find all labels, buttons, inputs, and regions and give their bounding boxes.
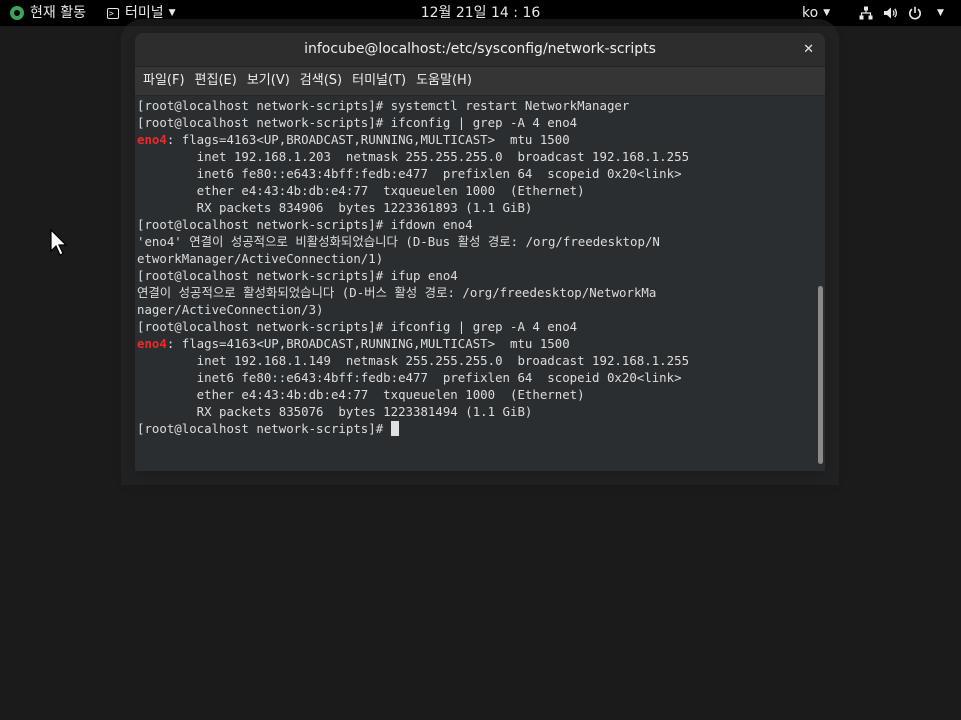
clock-button[interactable]: 12월 21일 14 : 16: [421, 0, 541, 26]
interface-name: eno4: [137, 336, 167, 351]
line-text: RX packets 835076 bytes 1223381494 (1.1 …: [137, 404, 533, 419]
volume-icon: [884, 7, 898, 19]
menu-edit[interactable]: 편집(E): [190, 67, 242, 95]
terminal-line: etworkManager/ActiveConnection/1): [137, 250, 689, 267]
line-text: [root@localhost network-scripts]# ifup e…: [137, 268, 458, 283]
terminal-line: [root@localhost network-scripts]#: [137, 420, 689, 437]
mouse-pointer-icon: [50, 229, 68, 256]
terminal-line: [root@localhost network-scripts]# ifconf…: [137, 318, 689, 335]
window-title: infocube@localhost:/etc/sysconfig/networ…: [304, 41, 656, 57]
terminal-line: nager/ActiveConnection/3): [137, 301, 689, 318]
terminal-line: ether e4:43:4b:db:e4:77 txqueuelen 1000 …: [137, 182, 689, 199]
menu-view[interactable]: 보기(V): [242, 67, 295, 95]
terminal-app-icon: >: [107, 7, 119, 19]
terminal-line: inet6 fe80::e643:4bff:fedb:e477 prefixle…: [137, 369, 689, 386]
app-menu-label: 터미널: [125, 5, 164, 21]
terminal-line: RX packets 835076 bytes 1223381494 (1.1 …: [137, 403, 689, 420]
window-titlebar[interactable]: infocube@localhost:/etc/sysconfig/networ…: [135, 33, 825, 67]
line-text: [root@localhost network-scripts]# system…: [137, 98, 630, 113]
line-text: ether e4:43:4b:db:e4:77 txqueuelen 1000 …: [137, 183, 585, 198]
close-icon[interactable]: ✕: [803, 33, 814, 66]
line-text: [root@localhost network-scripts]# ifconf…: [137, 319, 578, 334]
line-text: inet6 fe80::e643:4bff:fedb:e477 prefixle…: [137, 166, 682, 181]
terminal-lines: [root@localhost network-scripts]# system…: [137, 97, 689, 437]
input-language-button[interactable]: ko ▼: [802, 0, 830, 26]
terminal-line: [root@localhost network-scripts]# ifconf…: [137, 114, 689, 131]
power-icon: [909, 6, 921, 20]
terminal-line: [root@localhost network-scripts]# system…: [137, 97, 689, 114]
terminal-window: infocube@localhost:/etc/sysconfig/networ…: [135, 33, 825, 471]
line-text: nager/ActiveConnection/3): [137, 302, 324, 317]
menu-terminal[interactable]: 터미널(T): [347, 67, 411, 95]
terminal-line: inet 192.168.1.149 netmask 255.255.255.0…: [137, 352, 689, 369]
activities-label: 현재 활동: [30, 5, 86, 21]
line-text: etworkManager/ActiveConnection/1): [137, 251, 384, 266]
line-text: : flags=4163<UP,BROADCAST,RUNNING,MULTIC…: [166, 132, 570, 147]
app-menu-button[interactable]: > 터미널 ▼: [107, 0, 176, 26]
interface-name: eno4: [137, 132, 167, 147]
distro-logo-icon: [10, 6, 24, 20]
line-text: inet 192.168.1.149 netmask 255.255.255.0…: [137, 353, 690, 368]
menu-search[interactable]: 검색(S): [295, 67, 347, 95]
terminal-line: [root@localhost network-scripts]# ifdown…: [137, 216, 689, 233]
chevron-down-icon: ▼: [823, 8, 831, 18]
chevron-down-icon: ▼: [168, 8, 176, 18]
language-label: ko: [802, 5, 819, 21]
terminal-line: ether e4:43:4b:db:e4:77 txqueuelen 1000 …: [137, 386, 689, 403]
activities-button[interactable]: 현재 활동: [10, 0, 86, 26]
menu-bar: 파일(F) 편집(E) 보기(V) 검색(S) 터미널(T) 도움말(H): [135, 67, 825, 96]
terminal-line: [root@localhost network-scripts]# ifup e…: [137, 267, 689, 284]
network-icon: [859, 6, 873, 20]
terminal-line: 'eno4' 연결이 성공적으로 비활성화되었습니다 (D-Bus 활성 경로:…: [137, 233, 689, 250]
line-text: ether e4:43:4b:db:e4:77 txqueuelen 1000 …: [137, 387, 585, 402]
line-text: inet6 fe80::e643:4bff:fedb:e477 prefixle…: [137, 370, 682, 385]
chevron-down-icon: ▼: [937, 8, 944, 18]
terminal-output[interactable]: [root@localhost network-scripts]# system…: [135, 96, 825, 471]
line-text: [root@localhost network-scripts]# ifconf…: [137, 115, 578, 130]
line-text: RX packets 834906 bytes 1223361893 (1.1 …: [137, 200, 533, 215]
scrollbar[interactable]: [818, 286, 823, 464]
terminal-line: eno4: flags=4163<UP,BROADCAST,RUNNING,MU…: [137, 131, 689, 148]
system-menu-button[interactable]: ▼: [859, 0, 944, 26]
line-text: : flags=4163<UP,BROADCAST,RUNNING,MULTIC…: [166, 336, 570, 351]
terminal-line: eno4: flags=4163<UP,BROADCAST,RUNNING,MU…: [137, 335, 689, 352]
line-text: 연결이 성공적으로 활성화되었습니다 (D-버스 활성 경로: /org/fre…: [137, 285, 657, 300]
terminal-line: RX packets 834906 bytes 1223361893 (1.1 …: [137, 199, 689, 216]
line-text: [root@localhost network-scripts]# ifdown…: [137, 217, 473, 232]
terminal-line: inet6 fe80::e643:4bff:fedb:e477 prefixle…: [137, 165, 689, 182]
line-text: 'eno4' 연결이 성공적으로 비활성화되었습니다 (D-Bus 활성 경로:…: [137, 234, 660, 249]
terminal-line: 연결이 성공적으로 활성화되었습니다 (D-버스 활성 경로: /org/fre…: [137, 284, 689, 301]
line-text: inet 192.168.1.203 netmask 255.255.255.0…: [137, 149, 690, 164]
menu-help[interactable]: 도움말(H): [411, 67, 477, 95]
top-bar: 현재 활동 > 터미널 ▼ 12월 21일 14 : 16 ko ▼ ▼: [0, 0, 961, 26]
line-text: [root@localhost network-scripts]#: [137, 421, 391, 436]
menu-file[interactable]: 파일(F): [138, 67, 190, 95]
text-cursor: [390, 421, 399, 436]
terminal-line: inet 192.168.1.203 netmask 255.255.255.0…: [137, 148, 689, 165]
